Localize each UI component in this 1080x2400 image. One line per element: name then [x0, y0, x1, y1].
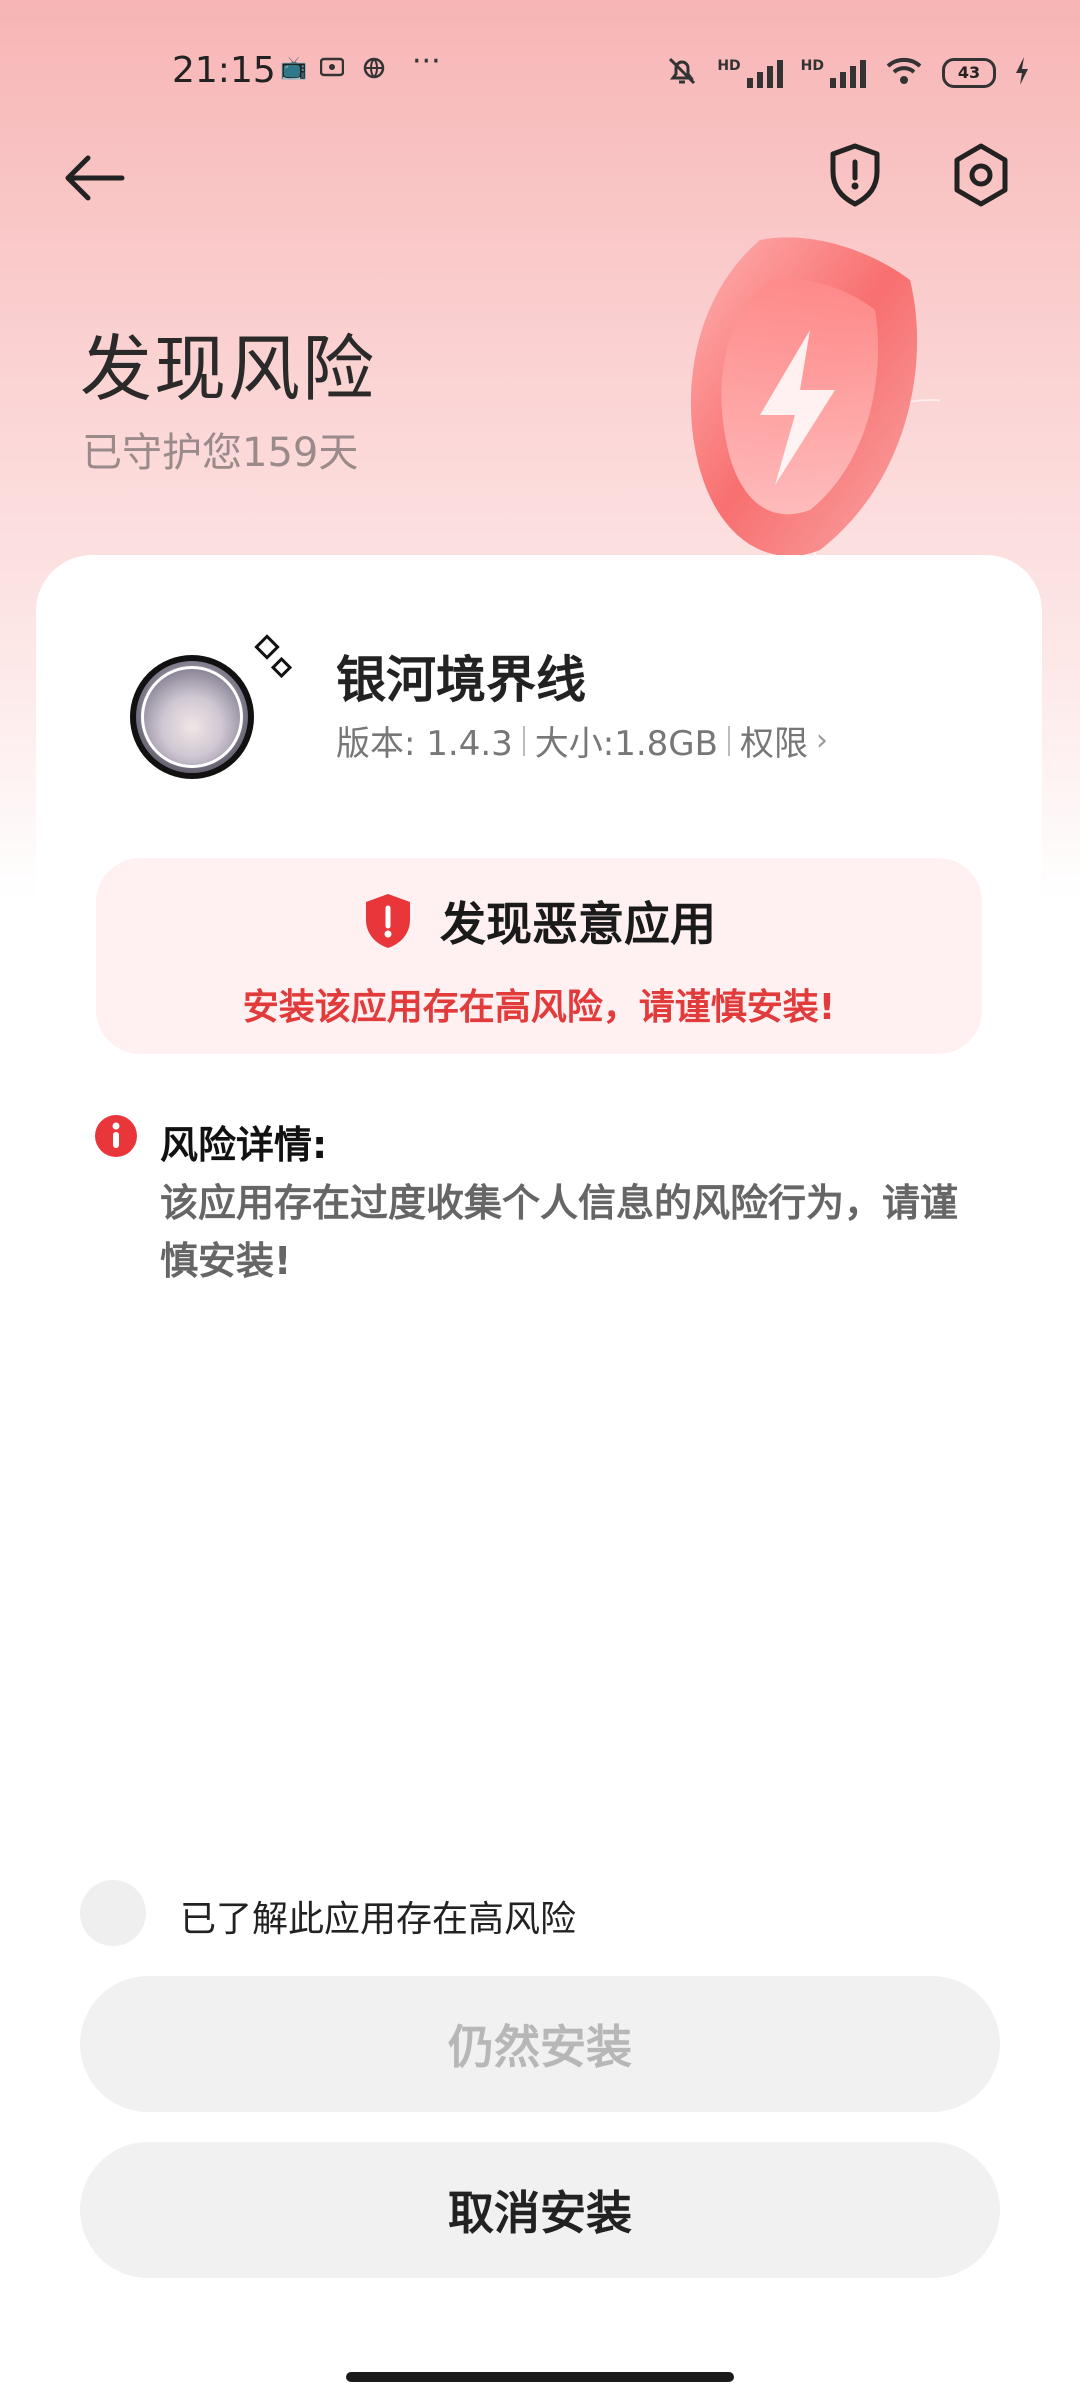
back-button[interactable]	[60, 150, 130, 206]
hd-badge: HD	[717, 58, 741, 74]
page-title: 发现风险	[80, 327, 377, 411]
risk-detail: 该应用存在过度收集个人信息的风险行为，请谨慎安装!	[160, 1181, 959, 1283]
signal-icon: HD	[717, 58, 783, 88]
signal-icon-2: HD	[801, 58, 866, 88]
status-time: 21:15	[172, 50, 276, 91]
globe-icon	[362, 56, 386, 86]
tv-icon: 📺	[280, 56, 308, 81]
info-icon	[95, 1115, 137, 1157]
app-size: 大小:1.8GB	[534, 724, 718, 764]
protection-days: 已守护您159天	[82, 430, 359, 476]
divider	[522, 725, 525, 756]
wifi-icon	[884, 56, 924, 90]
charging-icon	[1014, 57, 1030, 89]
permissions-link[interactable]: 权限 ›	[740, 716, 828, 765]
shield-illustration-icon	[690, 237, 940, 580]
acknowledge-label[interactable]: 已了解此应用存在高风险	[180, 1890, 576, 1942]
chevron-right-icon: ›	[815, 723, 828, 758]
app-icon	[130, 655, 260, 785]
video-icon	[319, 56, 345, 84]
app-version: 版本: 1.4.3	[336, 724, 513, 764]
app-meta: 版本: 1.4.3 大小:1.8GB 权限 ›	[336, 716, 828, 765]
alert-subtitle: 安装该应用存在高风险，请谨慎安装!	[242, 987, 836, 1028]
app-name: 银河境界线	[336, 651, 586, 709]
security-shield-button[interactable]	[820, 140, 890, 210]
permissions-label: 权限	[739, 724, 808, 764]
bell-muted-icon	[665, 54, 699, 92]
acknowledge-checkbox[interactable]	[80, 1880, 146, 1946]
divider	[727, 725, 730, 756]
gear-icon	[954, 143, 1008, 207]
arrow-left-icon	[65, 155, 125, 201]
battery-icon: 43	[942, 58, 996, 88]
alert-title: 发现恶意应用	[440, 897, 716, 951]
main-card	[36, 555, 1042, 2395]
cancel-install-button[interactable]: 取消安装	[80, 2142, 1000, 2278]
more-icon: ···	[412, 44, 441, 79]
hd-badge-2: HD	[800, 58, 824, 74]
shield-alert-icon	[830, 143, 880, 207]
status-right-group: HD HD 43	[665, 54, 1030, 92]
home-indicator[interactable]	[346, 2372, 734, 2382]
settings-button[interactable]	[946, 140, 1016, 210]
install-anyway-button[interactable]: 仍然安装	[80, 1976, 1000, 2112]
malware-alert: 发现恶意应用 安装该应用存在高风险，请谨慎安装!	[96, 858, 982, 1054]
shield-warning-icon	[366, 894, 410, 948]
status-bar: 21:15 📺 ··· HD HD 43	[0, 44, 1080, 100]
risk-label: 风险详情:	[160, 1123, 328, 1167]
